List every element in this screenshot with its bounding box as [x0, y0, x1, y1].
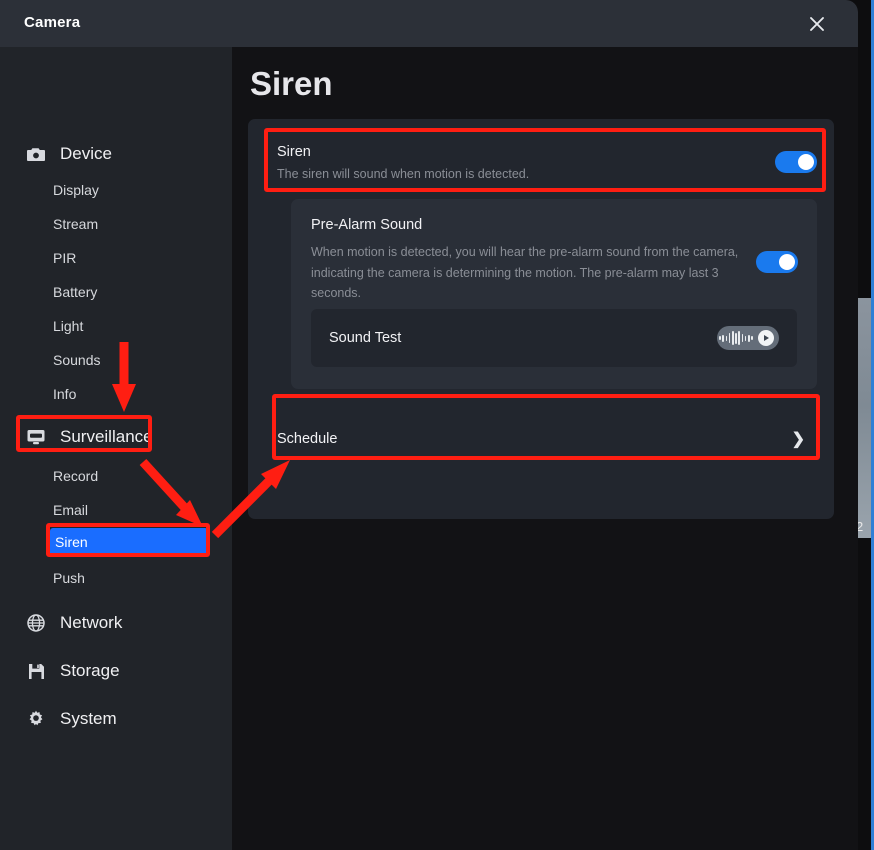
settings-sidebar: Device Display Stream PIR Battery Light … [0, 47, 232, 850]
sidebar-group-surveillance[interactable]: Surveillance [0, 420, 232, 454]
sidebar-group-label: Device [60, 144, 112, 163]
prealarm-header: Pre-Alarm Sound When motion is detected,… [311, 217, 751, 304]
sidebar-group-label: System [60, 709, 117, 728]
close-icon[interactable] [804, 11, 830, 37]
floppy-icon [26, 661, 46, 681]
sidebar-item-label: Battery [53, 284, 98, 300]
sidebar-item-label: Info [53, 386, 77, 402]
prealarm-toggle[interactable] [756, 251, 798, 273]
sidebar-group-system[interactable]: System [0, 702, 232, 736]
siren-toggle[interactable] [775, 151, 817, 173]
prealarm-description: When motion is detected, you will hear t… [311, 245, 739, 300]
globe-icon [26, 613, 46, 633]
toggle-knob [779, 254, 795, 270]
play-icon [757, 330, 774, 346]
schedule-label: Schedule [277, 431, 338, 447]
siren-settings-panel: Siren The siren will sound when motion i… [248, 119, 834, 519]
window-title: Camera [24, 14, 81, 31]
sidebar-group-label: Storage [60, 661, 120, 680]
toggle-knob [798, 154, 814, 170]
monitor-icon [26, 427, 46, 447]
sidebar-item-sounds[interactable]: Sounds [0, 345, 232, 375]
settings-content: Siren Siren The siren will sound when mo… [232, 47, 858, 850]
sidebar-group-network[interactable]: Network [0, 606, 232, 640]
sidebar-item-info[interactable]: Info [0, 379, 232, 409]
sidebar-item-label: Stream [53, 216, 99, 232]
waveform-icon [719, 331, 753, 345]
sidebar-item-record[interactable]: Record [0, 461, 232, 491]
sidebar-item-pir[interactable]: PIR [0, 243, 232, 273]
schedule-row[interactable]: Schedule ❯ [265, 409, 817, 469]
sidebar-item-display[interactable]: Display [0, 175, 232, 205]
sidebar-item-email[interactable]: Email [0, 495, 232, 525]
window-titlebar: Camera [0, 0, 858, 47]
sound-test-row[interactable]: Sound Test [311, 309, 797, 367]
sidebar-group-device[interactable]: Device [0, 137, 232, 171]
siren-row-title: Siren [277, 143, 311, 160]
sidebar-item-stream[interactable]: Stream [0, 209, 232, 239]
sidebar-item-label: Record [53, 468, 99, 484]
sidebar-item-label: Email [53, 502, 89, 518]
siren-row-description: The siren will sound when motion is dete… [277, 166, 530, 181]
sidebar-item-siren[interactable]: Siren [50, 528, 208, 556]
sidebar-item-label: Sounds [53, 352, 101, 368]
camera-settings-window: Camera Device Display Stream PIR Battery… [0, 0, 858, 850]
sidebar-item-label: Push [53, 570, 85, 586]
sidebar-item-label: PIR [53, 250, 77, 266]
sound-test-play-button[interactable] [717, 326, 779, 350]
sidebar-item-label: Siren [55, 534, 88, 550]
sidebar-item-light[interactable]: Light [0, 311, 232, 341]
gear-icon [26, 709, 46, 729]
screenshot-root: 2 Camera Device Display Stream PIR Batte… [0, 0, 874, 850]
chevron-right-icon: ❯ [791, 431, 805, 448]
sidebar-item-label: Display [53, 182, 99, 198]
prealarm-title: Pre-Alarm Sound [311, 217, 423, 233]
sidebar-item-label: Light [53, 318, 84, 334]
prealarm-sound-card: Pre-Alarm Sound When motion is detected,… [291, 199, 817, 389]
sidebar-item-battery[interactable]: Battery [0, 277, 232, 307]
sidebar-item-push[interactable]: Push [0, 563, 232, 593]
siren-setting-row[interactable]: Siren The siren will sound when motion i… [265, 132, 817, 192]
camera-icon [26, 144, 46, 164]
page-title: Siren [250, 65, 333, 102]
sound-test-label: Sound Test [329, 330, 402, 346]
sidebar-group-label: Network [60, 613, 123, 632]
sidebar-group-label: Surveillance [60, 427, 153, 446]
sidebar-group-storage[interactable]: Storage [0, 654, 232, 688]
